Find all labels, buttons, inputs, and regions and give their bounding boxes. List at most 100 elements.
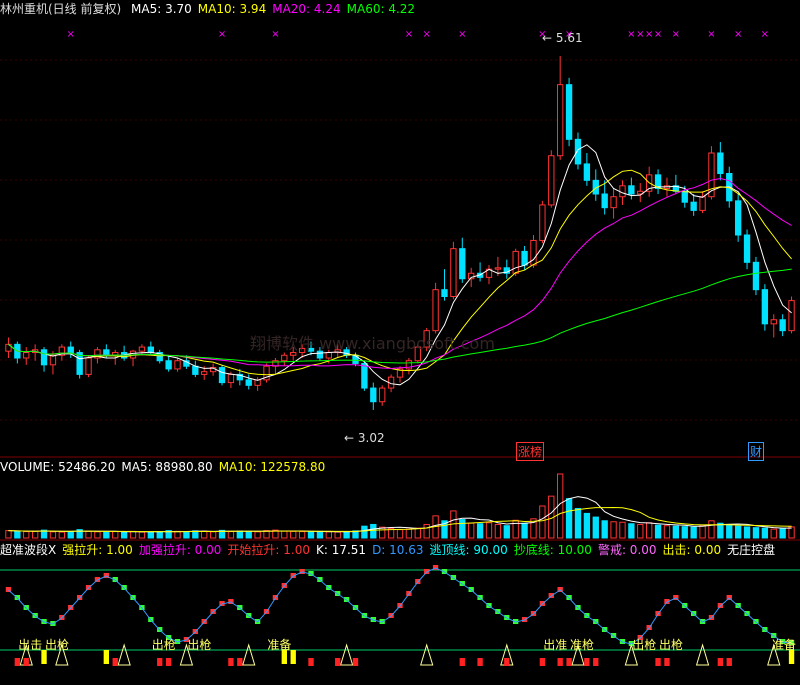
signal-bar-17: [539, 658, 546, 666]
signal-bar-11: [308, 658, 314, 666]
indicator-5: D: 10.63: [372, 543, 424, 557]
candle-body: [539, 204, 546, 241]
signal-bar-23: [664, 658, 670, 666]
signal-bar-0: [14, 658, 21, 666]
price-indicators: MA5: 3.70 MA10: 3.94 MA20: 4.24 MA60: 4.22: [131, 2, 421, 16]
indicator-2: MA10: 122578.80: [218, 460, 326, 474]
candle-body: [761, 289, 769, 325]
volume-bar: [770, 528, 777, 539]
indicator-2: MA20: 4.24: [272, 2, 341, 16]
signal-label-5: 出准: [543, 638, 568, 652]
signal-marker-3: ×: [405, 29, 413, 40]
candle-body: [574, 138, 582, 165]
volume-indicators: VOLUME: 52486.20 MA5: 88980.80 MA10: 12257…: [0, 460, 331, 474]
candle-body: [521, 250, 528, 266]
signal-bar-4: [112, 658, 118, 666]
alert-triangle-10: [695, 643, 710, 666]
candle-body: [717, 152, 724, 174]
volume-bar: [227, 531, 235, 539]
signal-label-8: 出枪: [658, 638, 683, 652]
oscillator-panel-header: 超准波段X 强拉升: 1.00 加强拉升: 0.00 开始拉升: 1.00 K: 17.…: [0, 543, 787, 557]
candle-body: [218, 367, 226, 384]
signal-bar-6: [165, 658, 172, 666]
signal-marker-14: ×: [734, 29, 742, 40]
volume-bar: [23, 531, 30, 539]
volume-bar: [459, 519, 466, 539]
candle-body: [227, 373, 235, 384]
alert-triangle-5: [339, 643, 354, 666]
signal-marker-5: ×: [458, 29, 466, 40]
signal-marker-11: ×: [654, 29, 662, 40]
candle-body: [174, 360, 181, 370]
candle-body: [245, 379, 252, 386]
volume-bar: [628, 523, 635, 539]
signal-marker-13: ×: [707, 29, 715, 40]
indicator-1: 强拉升: 1.00: [62, 543, 133, 557]
candle-body: [583, 163, 591, 181]
candle-body: [681, 190, 688, 203]
candle-body: [85, 357, 92, 375]
event-badge-finance[interactable]: 财: [748, 442, 765, 461]
volume-bar: [619, 521, 626, 539]
volume-bar: [5, 530, 12, 539]
volume-bar: [281, 530, 288, 539]
candle-body: [147, 346, 155, 354]
candle-body: [281, 354, 288, 362]
volume-panel-header: VOLUME: 52486.20 MA5: 88980.80 MA10: 12257…: [0, 460, 337, 474]
candle-body: [770, 319, 777, 325]
signal-bar-21: [593, 658, 599, 666]
volume-bar: [690, 526, 697, 539]
volume-bar: [67, 531, 74, 539]
candle-body: [557, 84, 564, 157]
signal-label-0: 出击: [18, 638, 43, 652]
volume-bar: [610, 521, 617, 539]
indicator-9: 出击: 0.00: [662, 543, 722, 557]
volume-bar: [31, 530, 39, 539]
volume-bar: [209, 531, 217, 539]
volume-bar: [734, 525, 742, 539]
volume-bar: [254, 531, 261, 539]
volume-bar: [468, 522, 475, 539]
volume-bar: [654, 524, 662, 539]
candle-body: [379, 387, 386, 403]
volume-bar: [503, 525, 510, 539]
signal-marker-2: ×: [271, 29, 279, 40]
signal-marker-8: ×: [627, 29, 635, 40]
candle-body: [628, 185, 635, 195]
volume-bar: [539, 505, 546, 539]
volume-bar: [779, 528, 786, 539]
high-price-value: 5.61: [555, 31, 583, 45]
indicator-4: K: 17.51: [315, 543, 367, 557]
signal-bar-1: [23, 658, 29, 666]
signal-bar-25: [726, 658, 732, 666]
volume-bar: [138, 531, 146, 539]
signal-label-7: 出枪: [632, 638, 657, 652]
signal-bar-19: [566, 658, 572, 666]
volume-bar: [334, 531, 341, 539]
event-badge-rank[interactable]: 涨榜: [516, 442, 545, 461]
candle-body: [610, 196, 617, 209]
indicator-1: MA5: 88980.80: [121, 460, 213, 474]
signal-bar-24: [717, 658, 724, 666]
signal-marker-15: ×: [761, 29, 769, 40]
volume-bar: [236, 530, 243, 539]
volume-bar: [325, 531, 332, 539]
volume-bar: [565, 498, 573, 539]
volume-bar: [290, 530, 297, 539]
volume-bar: [129, 530, 137, 539]
indicator-1: MA10: 3.94: [197, 2, 267, 16]
candle-body: [49, 354, 57, 366]
signal-bar-8: [237, 658, 243, 666]
signal-bar-13: [352, 658, 359, 666]
indicator-0: VOLUME: 52486.20: [0, 460, 116, 474]
volume-bar: [601, 520, 608, 539]
signal-bar-22: [655, 658, 661, 666]
candle-body: [699, 196, 706, 211]
volume-bar: [574, 507, 582, 539]
volume-bar: [103, 531, 110, 539]
volume-bar: [112, 531, 119, 539]
low-price-value: 3.02: [357, 431, 385, 445]
indicator-3: MA60: 4.22: [346, 2, 416, 16]
volume-bar: [201, 530, 208, 539]
candle-body: [165, 360, 172, 370]
